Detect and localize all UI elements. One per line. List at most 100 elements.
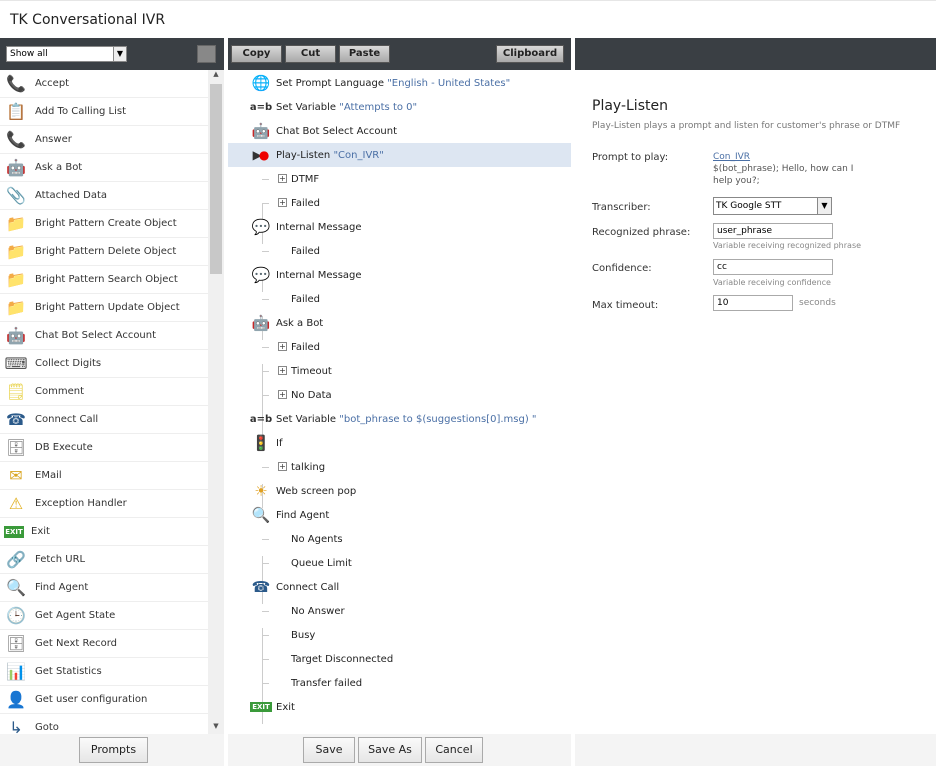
- palette-item[interactable]: 🕒 Get Agent State: [0, 602, 208, 630]
- max-timeout-label: Max timeout:: [592, 300, 659, 311]
- branch-busy[interactable]: Busy: [228, 623, 571, 647]
- flow-step-play-listen[interactable]: ▶ ● Play-Listen "Con_IVR": [228, 143, 571, 167]
- branch-failed[interactable]: + Failed: [228, 335, 571, 359]
- folder-add-icon: 📁: [6, 214, 26, 233]
- palette-item[interactable]: 🗄 Get Next Record: [0, 630, 208, 658]
- palette-item[interactable]: 🤖 Ask a Bot: [0, 154, 208, 182]
- save-button[interactable]: Save: [303, 737, 355, 763]
- flow-step-find-agent[interactable]: 🔍 Find Agent: [228, 503, 571, 527]
- chevron-down-icon[interactable]: ▼: [817, 198, 831, 214]
- clipboard-button[interactable]: Clipboard: [496, 45, 564, 63]
- expand-icon[interactable]: +: [278, 342, 287, 351]
- flow-step-set-prompt-language[interactable]: 🌐 Set Prompt Language "English - United …: [228, 71, 571, 95]
- clock-icon: 🕒: [6, 606, 26, 625]
- branch-talking[interactable]: + talking: [228, 455, 571, 479]
- palette-item[interactable]: 🗒 Comment: [0, 378, 208, 406]
- expand-icon[interactable]: +: [278, 198, 287, 207]
- speech-bubble-icon: 💬: [251, 218, 271, 236]
- branch-target-disconnected[interactable]: Target Disconnected: [228, 647, 571, 671]
- flow-toolbar: Copy Cut Paste Clipboard: [228, 38, 571, 70]
- phone-connect-icon: ☎: [6, 410, 26, 429]
- palette-item[interactable]: 📁 Bright Pattern Search Object: [0, 266, 208, 294]
- scroll-thumb[interactable]: [210, 84, 222, 274]
- palette-item[interactable]: 🗄 DB Execute: [0, 434, 208, 462]
- palette-scrollbar[interactable]: ▲ ▼: [208, 70, 224, 734]
- flow-step-internal-message[interactable]: 💬 Internal Message: [228, 263, 571, 287]
- flow-step-set-variable[interactable]: a=b Set Variable "bot_phrase to $(sugges…: [228, 407, 571, 431]
- expand-icon[interactable]: +: [278, 366, 287, 375]
- palette-item[interactable]: 📞 Accept: [0, 70, 208, 98]
- palette-item[interactable]: ☎ Connect Call: [0, 406, 208, 434]
- palette-item[interactable]: 👤 Get user configuration: [0, 686, 208, 714]
- flow-step-set-variable[interactable]: a=b Set Variable "Attempts to 0": [228, 95, 571, 119]
- flow-editor-panel: Copy Cut Paste Clipboard 🌐 Set Prompt La…: [228, 38, 571, 766]
- flow-step-exit[interactable]: EXIT Exit: [228, 695, 571, 719]
- paste-button[interactable]: Paste: [339, 45, 390, 63]
- palette-item[interactable]: ✉ EMail: [0, 462, 208, 490]
- flow-step-web-screen-pop[interactable]: ☀ Web screen pop: [228, 479, 571, 503]
- scroll-down-icon[interactable]: ▼: [208, 722, 224, 734]
- palette-item[interactable]: EXIT Exit: [0, 518, 208, 546]
- cancel-button[interactable]: Cancel: [425, 737, 483, 763]
- branch-failed[interactable]: Failed: [228, 239, 571, 263]
- palette-item[interactable]: ↳ Goto: [0, 714, 208, 734]
- palette-item[interactable]: 🤖 Chat Bot Select Account: [0, 322, 208, 350]
- expand-icon[interactable]: +: [278, 174, 287, 183]
- palette-item[interactable]: 📋 Add To Calling List: [0, 98, 208, 126]
- branch-no-agents[interactable]: No Agents: [228, 527, 571, 551]
- palette-toggle-button[interactable]: [197, 45, 216, 63]
- flow-step-if[interactable]: 🚦 If: [228, 431, 571, 455]
- palette-item[interactable]: 🔍 Find Agent: [0, 574, 208, 602]
- palette-item-label: Answer: [35, 134, 72, 145]
- branch-no-data[interactable]: + No Data: [228, 383, 571, 407]
- branch-label: No Answer: [291, 605, 345, 617]
- palette-item[interactable]: 📁 Bright Pattern Create Object: [0, 210, 208, 238]
- branch-timeout[interactable]: + Timeout: [228, 359, 571, 383]
- branch-failed[interactable]: Failed: [228, 287, 571, 311]
- save-as-button[interactable]: Save As: [358, 737, 422, 763]
- step-name: Internal Message: [276, 269, 362, 281]
- confidence-hint: Variable receiving confidence: [713, 278, 831, 287]
- confidence-input[interactable]: cc: [713, 259, 833, 275]
- transcriber-select[interactable]: TK Google STT ▼: [713, 197, 832, 215]
- scroll-up-icon[interactable]: ▲: [208, 70, 224, 82]
- palette-item[interactable]: 📞 Answer: [0, 126, 208, 154]
- palette-item-label: Bright Pattern Create Object: [35, 218, 177, 229]
- envelope-icon: ✉: [9, 466, 23, 485]
- palette-item-label: Bright Pattern Update Object: [35, 302, 180, 313]
- palette-item-label: Collect Digits: [35, 358, 102, 369]
- flow-step-connect-call[interactable]: ☎ Connect Call: [228, 575, 571, 599]
- prompts-button[interactable]: Prompts: [79, 737, 148, 763]
- palette-filter-select[interactable]: Show all ▼: [6, 46, 127, 62]
- palette-item[interactable]: 📁 Bright Pattern Delete Object: [0, 238, 208, 266]
- chevron-down-icon[interactable]: ▼: [113, 47, 126, 61]
- flow-step-chat-bot-select-account[interactable]: 🤖 Chat Bot Select Account: [228, 119, 571, 143]
- branch-transfer-failed[interactable]: Transfer failed: [228, 671, 571, 695]
- expand-icon[interactable]: +: [278, 462, 287, 471]
- prompt-link[interactable]: Con_IVR: [713, 152, 750, 162]
- transcriber-label: Transcriber:: [592, 202, 651, 213]
- copy-button[interactable]: Copy: [231, 45, 282, 63]
- palette-item[interactable]: ⌨ Collect Digits: [0, 350, 208, 378]
- palette-item-label: Get Next Record: [35, 638, 118, 649]
- magnifier-icon: 🔍: [6, 578, 26, 597]
- palette-item[interactable]: 📊 Get Statistics: [0, 658, 208, 686]
- recognized-phrase-input[interactable]: user_phrase: [713, 223, 833, 239]
- palette-item[interactable]: 🔗 Fetch URL: [0, 546, 208, 574]
- palette-item-label: Find Agent: [35, 582, 89, 593]
- palette-item[interactable]: ⚠ Exception Handler: [0, 490, 208, 518]
- branch-dtmf[interactable]: + DTMF: [228, 167, 571, 191]
- palette-item[interactable]: 📎 Attached Data: [0, 182, 208, 210]
- branch-label: Failed: [291, 245, 321, 257]
- flow-step-ask-a-bot[interactable]: 🤖 Ask a Bot: [228, 311, 571, 335]
- branch-failed[interactable]: + Failed: [228, 191, 571, 215]
- branch-no-answer[interactable]: No Answer: [228, 599, 571, 623]
- branch-queue-limit[interactable]: Queue Limit: [228, 551, 571, 575]
- palette-item[interactable]: 📁 Bright Pattern Update Object: [0, 294, 208, 322]
- cut-button[interactable]: Cut: [285, 45, 336, 63]
- confidence-label: Confidence:: [592, 263, 652, 274]
- flow-step-internal-message[interactable]: 💬 Internal Message: [228, 215, 571, 239]
- expand-icon[interactable]: +: [278, 390, 287, 399]
- palette-item-label: Fetch URL: [35, 554, 86, 565]
- max-timeout-input[interactable]: 10: [713, 295, 793, 311]
